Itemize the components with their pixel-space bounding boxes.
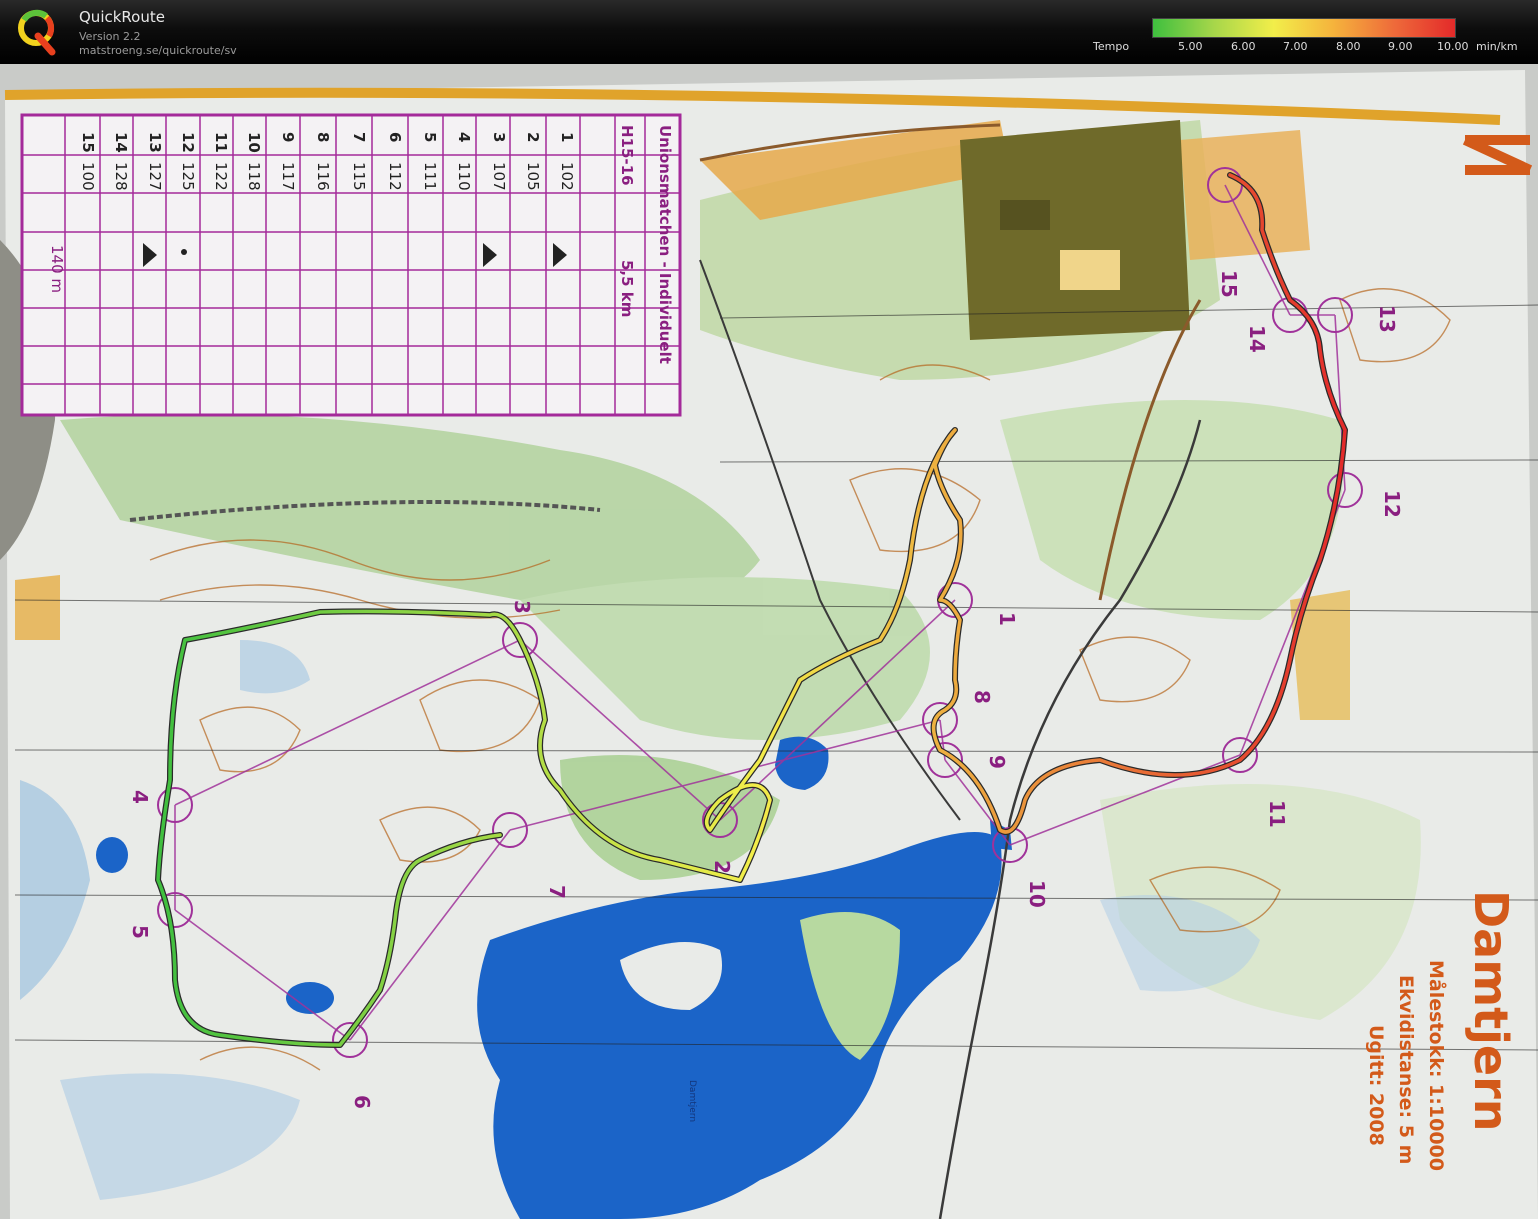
card-class: H15-16	[618, 125, 636, 186]
card-row-number: 12	[179, 132, 197, 153]
quickroute-logo-icon	[18, 9, 56, 56]
card-row-number: 11	[212, 132, 230, 153]
card-row-code: 100	[79, 162, 97, 191]
card-row-number: 15	[79, 132, 97, 153]
card-row-number: 2	[524, 132, 542, 142]
legend-label: Tempo	[1093, 40, 1130, 53]
card-row-code: 110	[455, 162, 473, 191]
control-description-card: Unionsmatchen - Individuelt H15-16 5,5 k…	[20, 113, 682, 417]
control-number: 9	[985, 755, 1009, 769]
card-row-code: 107	[490, 162, 508, 191]
card-row-number: 10	[245, 132, 263, 153]
card-row-number: 8	[314, 132, 332, 142]
map-title: Damtjern	[1464, 890, 1518, 1132]
card-length: 5,5 km	[618, 260, 636, 317]
control-number: 11	[1265, 800, 1289, 828]
control-number: 12	[1380, 490, 1404, 518]
map-published: Ugitt: 2008	[1365, 1025, 1387, 1146]
card-row-number: 14	[112, 132, 130, 153]
card-row-number: 5	[421, 132, 439, 142]
card-row-code: 116	[314, 162, 332, 191]
legend-tick: 9.00	[1388, 40, 1413, 53]
legend-tick: 7.00	[1283, 40, 1308, 53]
card-row-code: 112	[386, 162, 404, 191]
legend-tick: 6.00	[1231, 40, 1256, 53]
control-number: 8	[970, 690, 994, 704]
card-row-number: 4	[455, 132, 473, 142]
control-number: 10	[1025, 880, 1049, 908]
card-row-code: 125	[179, 162, 197, 191]
map-scale: Målestokk: 1:10000	[1425, 960, 1449, 1171]
card-row-code: 111	[421, 162, 439, 191]
control-number: 1	[995, 612, 1019, 626]
app-url: matstroeng.se/quickroute/sv	[79, 44, 237, 57]
control-number: 5	[128, 925, 152, 939]
legend-unit: min/km	[1476, 40, 1518, 53]
control-number: 4	[128, 790, 152, 804]
card-event-name: Unionsmatchen - Individuelt	[656, 125, 674, 364]
legend-tick: 10.00	[1437, 40, 1469, 53]
legend-tick: 5.00	[1178, 40, 1203, 53]
app-version: Version 2.2	[79, 30, 141, 43]
lake-label: Damtjern	[687, 1080, 697, 1122]
control-number: 3	[510, 600, 534, 614]
control-number: 13	[1375, 305, 1399, 333]
card-row-number: 9	[279, 132, 297, 142]
control-number: 7	[545, 885, 569, 899]
card-row-code: 128	[112, 162, 130, 191]
card-row-code: 127	[146, 162, 164, 191]
card-row-number: 3	[490, 132, 508, 142]
app-header: QuickRoute Version 2.2 matstroeng.se/qui…	[0, 0, 1538, 64]
quickroute-window: QuickRoute Version 2.2 matstroeng.se/qui…	[0, 0, 1538, 1219]
card-row-code: 102	[558, 162, 576, 191]
card-finish-distance: 140 m	[48, 245, 66, 293]
map-contour-interval: Ekvidistanse: 5 m	[1395, 975, 1417, 1164]
control-number: 15	[1217, 270, 1241, 298]
card-row-code: 105	[524, 162, 542, 191]
map-view[interactable]: Unionsmatchen - Individuelt H15-16 5,5 k…	[0, 64, 1538, 1219]
control-number: 6	[350, 1095, 374, 1109]
card-row-number: 1	[558, 132, 576, 142]
legend-tick: 8.00	[1336, 40, 1361, 53]
app-title: QuickRoute	[79, 8, 165, 26]
card-row-number: 13	[146, 132, 164, 153]
card-row-code: 118	[245, 162, 263, 191]
card-row-number: 6	[386, 132, 404, 142]
orienteering-map[interactable]: Unionsmatchen - Individuelt H15-16 5,5 k…	[0, 64, 1538, 1219]
control-number: 14	[1245, 325, 1269, 353]
card-row-code: 115	[350, 162, 368, 191]
settlement	[960, 120, 1190, 340]
pace-color-scale	[1152, 18, 1456, 38]
card-row-code: 117	[279, 162, 297, 191]
card-row-number: 7	[350, 132, 368, 142]
card-row-code: 122	[212, 162, 230, 191]
